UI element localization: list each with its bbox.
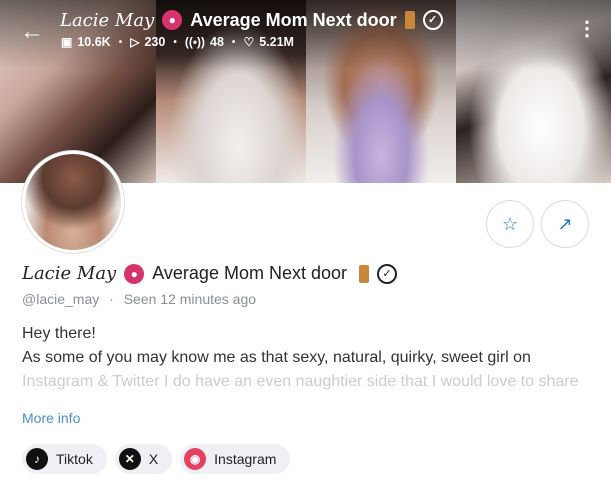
stat-videos-value: 230	[144, 35, 166, 49]
social-label: Tiktok	[56, 451, 93, 467]
social-chip-x[interactable]: ✕ X	[114, 444, 173, 474]
profile-handle[interactable]: @lacie_may	[22, 291, 99, 307]
share-button[interactable]: ↗	[541, 200, 589, 248]
verified-icon: ✓	[422, 10, 443, 30]
stat-likes-value: 5.21M	[259, 35, 294, 49]
header-display-name: Average Mom Next door	[190, 9, 397, 30]
seen-label: Seen	[123, 291, 157, 307]
seen-time: 12 minutes ago	[160, 291, 257, 307]
heart-icon: ♡	[243, 35, 255, 49]
separator-dot: •	[231, 36, 236, 48]
gold-bar-icon	[359, 264, 369, 283]
profile-name: Lacie May ● Average Mom Next door ✓	[22, 263, 397, 284]
more-options-button[interactable]: ⋮	[577, 19, 597, 39]
header-stats: ▣ 10.6K • ▷ 230 • ((•)) 48 • ♡ 5.21M	[61, 35, 294, 49]
separator-dot: •	[118, 36, 123, 48]
bio: Hey there! As some of you may know me as…	[22, 322, 597, 394]
arrow-left-icon: ←	[20, 18, 44, 45]
stat-photos: ▣ 10.6K	[61, 35, 111, 49]
instagram-icon: ◉	[184, 448, 207, 470]
more-info-link[interactable]: More info	[22, 410, 80, 426]
social-links: ♪ Tiktok ✕ X ◉ Instagram	[22, 444, 291, 474]
bio-line-faded: Instagram & Twitter I do have an even na…	[22, 373, 579, 390]
gold-bar-icon	[404, 11, 415, 29]
more-vertical-icon: ⋮	[577, 18, 597, 40]
profile-script-name: Lacie May	[22, 263, 117, 284]
social-label: X	[148, 451, 159, 467]
separator-dot: •	[173, 36, 177, 48]
bio-line: Hey there!	[22, 325, 96, 342]
verified-icon: ✓	[377, 263, 397, 284]
favorite-button[interactable]: ☆	[486, 200, 534, 248]
image-icon: ▣	[61, 35, 73, 49]
kiss-icon: ●	[162, 10, 183, 30]
social-label: Instagram	[214, 451, 277, 467]
stat-likes: ♡ 5.21M	[243, 35, 294, 49]
stat-photos-value: 10.6K	[77, 35, 111, 49]
back-button[interactable]: ←	[20, 19, 46, 45]
broadcast-icon: ((•))	[184, 35, 206, 49]
handle-row: @lacie_may · Seen 12 minutes ago	[22, 291, 256, 307]
kiss-icon: ●	[124, 263, 145, 284]
share-icon: ↗	[557, 213, 573, 234]
stat-streams: ((•)) 48	[185, 35, 224, 49]
social-chip-instagram[interactable]: ◉ Instagram	[180, 444, 291, 474]
stat-videos: ▷ 230	[130, 35, 165, 49]
social-chip-tiktok[interactable]: ♪ Tiktok	[22, 444, 107, 474]
bio-line: As some of you may know me as that sexy,…	[22, 349, 531, 366]
separator-dot: ·	[109, 291, 114, 307]
video-icon: ▷	[130, 35, 140, 49]
star-icon: ☆	[501, 213, 519, 234]
avatar[interactable]	[22, 151, 124, 253]
header-script-name: Lacie May	[60, 9, 155, 31]
header-title: Lacie May ● Average Mom Next door ✓	[60, 9, 443, 31]
tiktok-icon: ♪	[26, 448, 48, 470]
stat-streams-value: 48	[210, 35, 224, 49]
x-icon: ✕	[118, 448, 141, 470]
profile-display-name: Average Mom Next door	[152, 263, 347, 283]
